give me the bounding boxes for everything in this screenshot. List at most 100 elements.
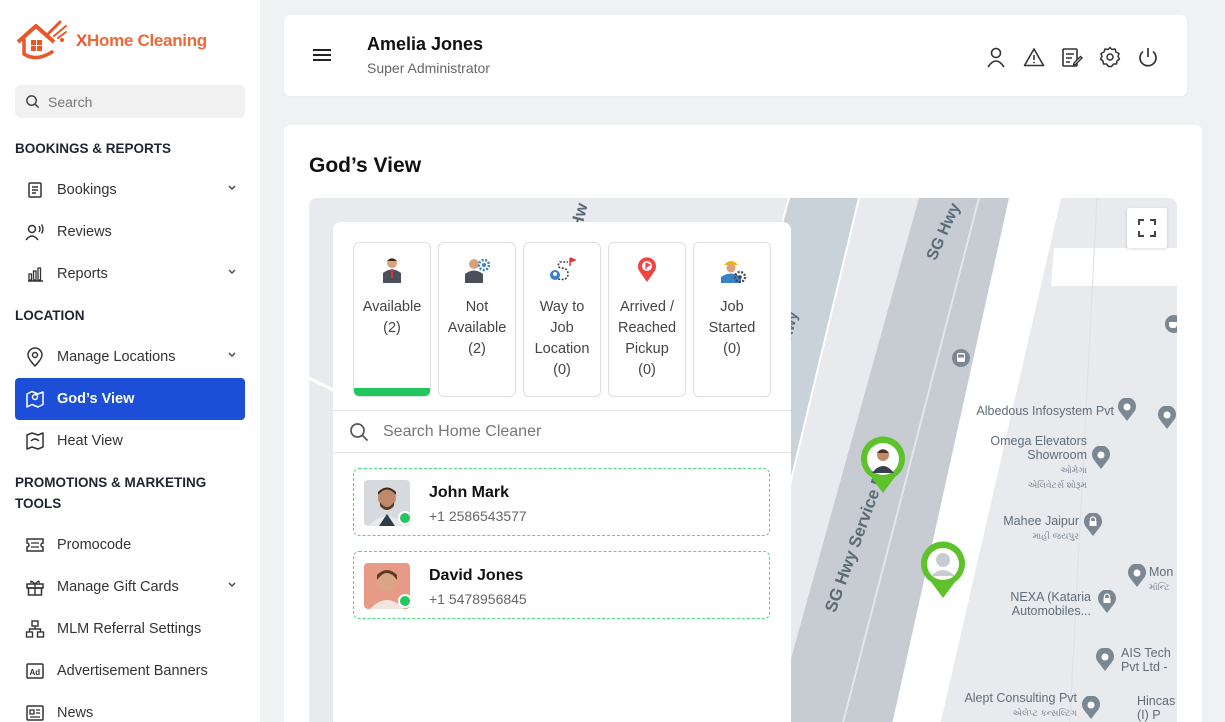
sidebar-item-mlm-referral[interactable]: MLM Referral Settings	[15, 608, 245, 650]
status-label: Reached	[617, 320, 677, 336]
status-arrived-card[interactable]: Arrived / Reached Pickup (0)	[608, 242, 686, 397]
sidebar-search-input[interactable]: Search	[15, 85, 245, 118]
not-available-gear-person-icon	[439, 255, 515, 285]
cleaner-map-pin-john[interactable]	[858, 435, 908, 495]
cleaner-name: David Jones	[429, 567, 524, 584]
bus-stop-icon[interactable]	[951, 348, 971, 372]
search-icon	[26, 95, 40, 109]
sidebar-item-label: News	[57, 705, 94, 721]
cleaner-list-item[interactable]: David Jones +1 5478956845	[353, 551, 770, 619]
map-view[interactable]: Hw Hwy SG Hwy SG Hwy Service Rd Albedous…	[309, 198, 1177, 722]
status-count: (0)	[553, 362, 571, 378]
fullscreen-button[interactable]	[1127, 208, 1167, 248]
place-pin-icon[interactable]	[1117, 398, 1137, 422]
status-active-bar	[354, 388, 430, 396]
lock-place-icon[interactable]	[1083, 513, 1103, 537]
place-label[interactable]: AIS Tech Pvt Ltd -	[1121, 646, 1177, 674]
header-actions	[984, 45, 1159, 68]
place-label[interactable]: Alept Consulting Pvt એલેપ્ટ કન્સલ્ટિંગ	[919, 691, 1077, 720]
hierarchy-icon	[25, 619, 45, 639]
place-pin-icon[interactable]	[1081, 696, 1101, 720]
section-location: LOCATION	[15, 308, 85, 323]
ticket-icon	[25, 535, 45, 555]
user-role: Super Administrator	[367, 60, 490, 76]
gift-icon	[25, 577, 45, 597]
section-promotions: PROMOTIONS & MARKETING TOOLS	[15, 475, 207, 511]
profile-icon[interactable]	[984, 45, 1007, 68]
heat-map-icon	[25, 431, 45, 451]
svg-text:Ad: Ad	[30, 668, 41, 677]
sidebar-item-label: Bookings	[57, 182, 117, 198]
sidebar-item-label: God’s View	[57, 391, 135, 407]
cleaner-map-pin-david[interactable]	[918, 540, 968, 600]
place-pin-icon[interactable]	[1127, 564, 1147, 588]
online-status-dot	[398, 594, 412, 608]
status-count: (2)	[468, 341, 486, 357]
chevron-down-icon	[228, 269, 236, 274]
sidebar-item-promocode[interactable]: Promocode	[15, 524, 245, 566]
power-icon[interactable]	[1136, 45, 1159, 68]
gods-view-card: God’s View Hw Hwy SG Hwy SG Hwy Service …	[284, 125, 1202, 722]
status-way-to-job-card[interactable]: Way to Job Location (0)	[523, 242, 601, 397]
sidebar-item-label: Promocode	[57, 537, 132, 553]
sidebar-item-label: MLM Referral Settings	[57, 621, 202, 637]
status-label: Job	[550, 320, 574, 336]
sidebar-item-bookings[interactable]: Bookings	[15, 169, 245, 211]
place-label[interactable]: Mahee Jaipur માહી જયપુર	[959, 514, 1079, 543]
hamburger-menu-icon[interactable]	[312, 48, 332, 62]
edit-document-icon[interactable]	[1060, 45, 1083, 68]
sidebar-item-label: Heat View	[57, 433, 123, 449]
online-status-dot	[398, 511, 412, 525]
sidebar-item-reports[interactable]: Reports	[15, 253, 245, 295]
chevron-down-icon	[228, 185, 236, 190]
status-count: (0)	[723, 341, 741, 357]
page-title: God’s View	[309, 154, 422, 177]
status-filter-row: Available (2) Not Available (2) Way to J…	[353, 242, 771, 397]
top-header: Amelia Jones Super Administrator	[284, 15, 1187, 96]
place-label[interactable]: Mon મૉન્ટિ	[1149, 565, 1177, 594]
available-person-icon	[354, 255, 430, 285]
route-icon	[524, 255, 600, 285]
status-available-card[interactable]: Available (2)	[353, 242, 431, 397]
place-label[interactable]: NEXA (Kataria Automobiles...	[989, 590, 1091, 618]
place-label[interactable]: Albedous Infosystem Pvt	[909, 404, 1114, 418]
settings-gear-icon[interactable]	[1098, 45, 1121, 68]
place-pin-icon[interactable]	[1095, 648, 1115, 672]
brand-logo[interactable]: XHome Cleaning	[14, 18, 207, 64]
status-not-available-card[interactable]: Not Available (2)	[438, 242, 516, 397]
cleaner-list-item[interactable]: John Mark +1 2586543577	[353, 468, 770, 536]
sidebar-item-gods-view[interactable]: God’s View	[15, 378, 245, 420]
place-pin-icon[interactable]	[1157, 406, 1177, 430]
fullscreen-icon	[1138, 219, 1156, 237]
place-label[interactable]: Omega Elevators Showroom ઓમેગા એલિવેટર્સ શો…	[949, 434, 1087, 492]
chevron-down-icon	[228, 582, 236, 587]
status-label: Not	[465, 299, 489, 315]
reviews-icon	[25, 222, 45, 242]
news-icon	[25, 703, 45, 722]
sidebar-item-heat-view[interactable]: Heat View	[15, 420, 245, 462]
sidebar-item-news[interactable]: News	[15, 692, 245, 722]
brand-name: XHome Cleaning	[76, 31, 207, 50]
sidebar-item-reviews[interactable]: Reviews	[15, 211, 245, 253]
status-label: Pickup	[625, 341, 669, 357]
sidebar-item-manage-gift-cards[interactable]: Manage Gift Cards	[15, 566, 245, 608]
worker-gear-icon	[694, 255, 770, 285]
section-bookings-reports: BOOKINGS & REPORTS	[15, 141, 172, 156]
status-job-started-card[interactable]: Job Started (0)	[693, 242, 771, 397]
place-label[interactable]: Hincas (I) P	[1137, 694, 1177, 722]
sidebar-item-manage-locations[interactable]: Manage Locations	[15, 336, 245, 378]
user-name: Amelia Jones	[367, 34, 484, 54]
search-icon	[350, 422, 369, 441]
cafe-poi-icon[interactable]	[1164, 314, 1177, 338]
bar-chart-icon	[25, 264, 45, 284]
place-pin-icon[interactable]	[1091, 446, 1111, 470]
sidebar-item-label: Reviews	[57, 224, 112, 240]
search-home-cleaner-input[interactable]: Search Home Cleaner	[333, 410, 791, 453]
location-pin-icon	[25, 347, 45, 367]
house-logo-icon	[16, 20, 67, 60]
sidebar-item-advertisement-banners[interactable]: Ad Advertisement Banners	[15, 650, 245, 692]
sidebar-item-label: Manage Locations	[57, 349, 176, 365]
sidebar-item-label: Advertisement Banners	[57, 663, 208, 679]
lock-place-icon[interactable]	[1097, 590, 1117, 614]
warning-icon[interactable]	[1022, 45, 1045, 68]
